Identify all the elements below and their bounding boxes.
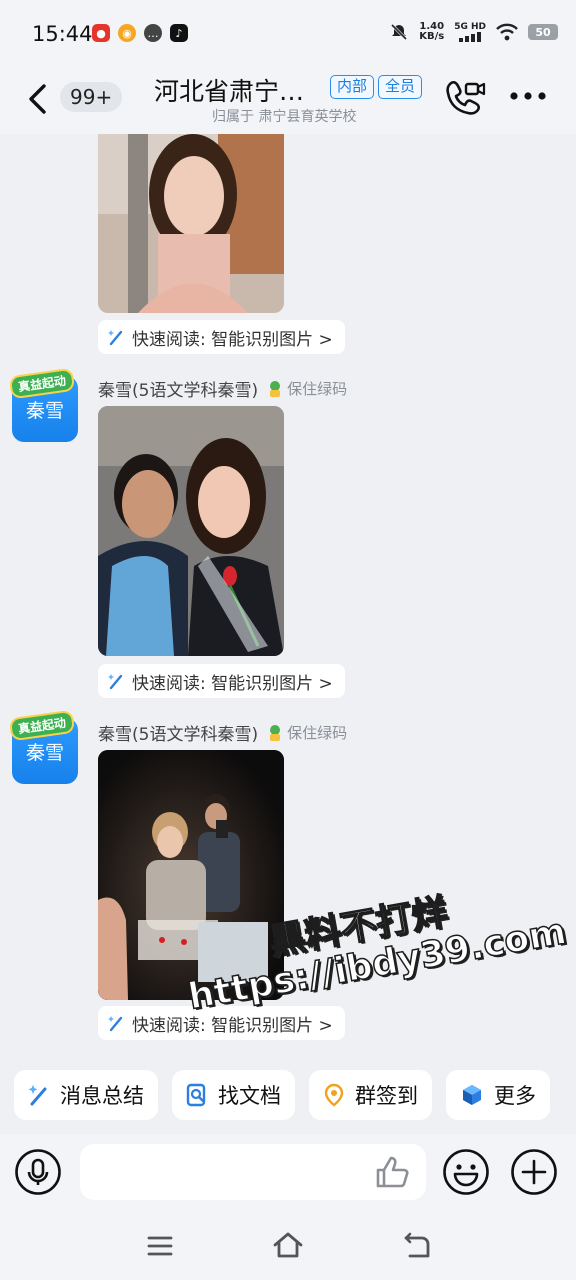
status-app-icons: ● ◉ … ♪ <box>92 24 188 42</box>
photo-couple-mirror <box>98 750 284 1000</box>
location-pin-icon <box>324 1083 344 1107</box>
wifi-icon <box>496 23 518 41</box>
chat-title[interactable]: 河北省肃宁… <box>154 72 304 108</box>
sparkle-icon <box>28 1085 47 1106</box>
quick-action-label: 更多 <box>494 1084 536 1108</box>
mute-icon <box>391 23 408 41</box>
health-code-status: 保住绿码 <box>266 378 347 399</box>
chat-subtitle: 归属于 肃宁县育英学校 <box>212 109 357 125</box>
home-icon[interactable] <box>272 1230 304 1260</box>
status-time: 15:44 <box>32 22 93 46</box>
quick-read-label: 快速阅读: 智能识别图片 > <box>132 329 333 350</box>
message-summary-button[interactable]: 消息总结 <box>14 1070 158 1120</box>
sparkle-wand-icon <box>108 674 123 690</box>
voice-input-button[interactable] <box>14 1148 62 1196</box>
message-icon: … <box>144 24 162 42</box>
signal-group: 5G HD <box>454 22 486 42</box>
photo-woman-selfie <box>98 134 284 313</box>
sparkle-wand-icon <box>108 330 123 346</box>
tag-all-members: 全员 <box>378 75 423 99</box>
message-image-3[interactable] <box>98 750 284 1000</box>
sender-line: 秦雪(5语文学科秦雪) 保住绿码 <box>98 376 347 401</box>
quick-action-label: 群签到 <box>355 1084 418 1108</box>
health-code-label: 保住绿码 <box>287 380 348 398</box>
network-type: 5G HD <box>454 22 486 32</box>
sender-name[interactable]: 秦雪(5语文学科秦雪) <box>98 376 258 401</box>
quick-read-label: 快速阅读: 智能识别图片 > <box>132 673 333 694</box>
thumbs-up-icon[interactable] <box>372 1152 412 1192</box>
more-options-icon[interactable] <box>508 90 548 102</box>
quick-action-bar: 消息总结 找文档 群签到 更多 <box>0 1060 576 1134</box>
health-code-icon <box>270 724 281 741</box>
group-checkin-button[interactable]: 群签到 <box>309 1070 432 1120</box>
chat-message-list[interactable]: 快速阅读: 智能识别图片 > 秦雪 真益起动 秦雪(5语文学科秦雪) 保住绿码 … <box>0 134 576 1054</box>
more-actions-button[interactable]: 更多 <box>446 1070 550 1120</box>
video-call-icon[interactable] <box>444 78 486 118</box>
sender-name[interactable]: 秦雪(5语文学科秦雪) <box>98 720 258 745</box>
health-code-label: 保住绿码 <box>287 724 348 742</box>
back-arrow-icon[interactable] <box>26 82 50 116</box>
chat-header: 99+ 河北省肃宁… 内部 全员 归属于 肃宁县育英学校 <box>0 66 576 134</box>
find-document-button[interactable]: 找文档 <box>172 1070 295 1120</box>
net-speed-unit: KB/s <box>419 31 445 42</box>
sparkle-wand-icon <box>108 1016 123 1032</box>
health-code-status: 保住绿码 <box>266 722 347 743</box>
signal-icon <box>459 32 482 42</box>
weibo-icon: ◉ <box>118 24 136 42</box>
avatar-text: 秦雪 <box>25 741 64 764</box>
quick-read-button-2[interactable]: 快速阅读: 智能识别图片 > <box>98 664 345 698</box>
status-right: 1.40 KB/s 5G HD 50 <box>389 22 558 42</box>
photo-couple-in-car <box>98 406 284 656</box>
emoji-button[interactable] <box>442 1148 490 1196</box>
tag-internal: 内部 <box>330 75 375 99</box>
system-nav-bar <box>0 1218 576 1280</box>
quick-read-label: 快速阅读: 智能识别图片 > <box>132 1015 333 1036</box>
tiktok-icon: ♪ <box>170 24 188 42</box>
health-code-icon <box>270 380 281 397</box>
net-speed: 1.40 KB/s <box>419 22 444 42</box>
quick-action-label: 消息总结 <box>60 1084 144 1108</box>
nav-back-icon[interactable] <box>402 1232 432 1260</box>
unread-count-badge[interactable]: 99+ <box>60 82 123 112</box>
netease-music-icon: ● <box>92 24 110 42</box>
message-image-2[interactable] <box>98 406 284 656</box>
cube-icon <box>463 1085 481 1105</box>
add-attachment-button[interactable] <box>510 1148 558 1196</box>
quick-read-button-1[interactable]: 快速阅读: 智能识别图片 > <box>98 320 345 354</box>
sender-line: 秦雪(5语文学科秦雪) 保住绿码 <box>98 720 347 745</box>
avatar-text: 秦雪 <box>25 399 64 422</box>
message-input-bar <box>0 1134 576 1218</box>
quick-action-label: 找文档 <box>218 1084 281 1108</box>
battery-level: 50 <box>535 25 551 39</box>
document-search-icon <box>186 1083 206 1107</box>
recent-apps-icon[interactable] <box>146 1234 174 1258</box>
status-bar: 15:44 ● ◉ … ♪ 1.40 KB/s 5G HD 50 <box>0 0 576 66</box>
battery-icon: 50 <box>528 24 558 40</box>
message-image-1[interactable] <box>98 134 284 313</box>
